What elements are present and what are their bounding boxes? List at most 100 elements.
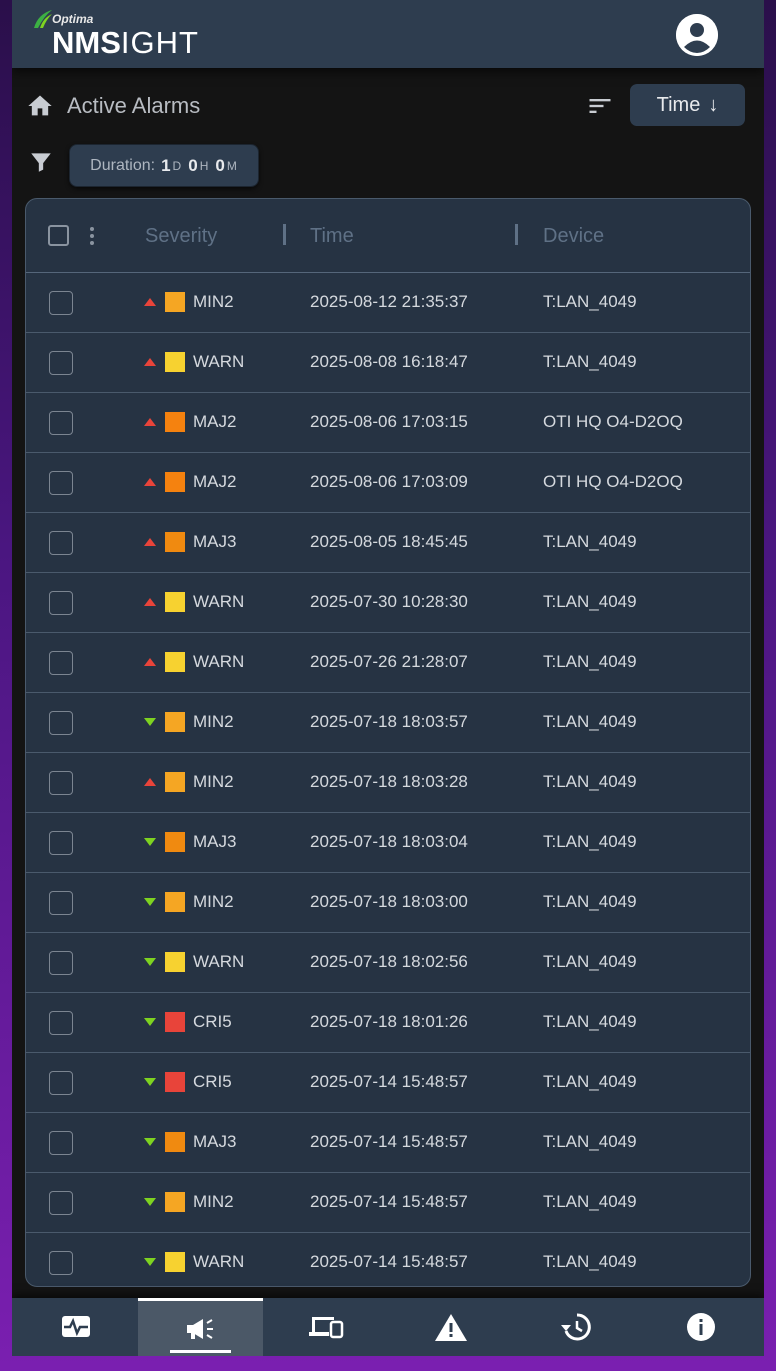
duration-label: Duration: — [90, 156, 156, 174]
row-checkbox[interactable] — [49, 1071, 73, 1095]
table-row[interactable]: MAJ3 2025-08-05 18:45:45 T:LAN_4049 — [26, 513, 750, 573]
column-resize-handle[interactable] — [515, 224, 518, 245]
column-header-device[interactable]: Device — [543, 225, 604, 248]
severity-color-swatch — [165, 352, 185, 372]
nmsight-logo[interactable]: Optima NMSIGHT — [32, 8, 202, 60]
duration-minutes: 0 — [215, 155, 225, 175]
devices-icon — [308, 1317, 343, 1339]
table-row[interactable]: MAJ2 2025-08-06 17:03:15 OTI HQ O4-D2OQ — [26, 393, 750, 453]
severity-label: MIN2 — [193, 712, 234, 731]
duration-days: 1 — [161, 155, 171, 175]
alarm-device: T:LAN_4049 — [543, 892, 637, 911]
sort-by-time-button[interactable]: Time ↓ — [630, 84, 745, 126]
table-row[interactable]: CRI5 2025-07-18 18:01:26 T:LAN_4049 — [26, 993, 750, 1053]
table-row[interactable]: WARN 2025-07-18 18:02:56 T:LAN_4049 — [26, 933, 750, 993]
severity-label: MAJ3 — [193, 532, 237, 551]
table-row[interactable]: MAJ2 2025-08-06 17:03:09 OTI HQ O4-D2OQ — [26, 453, 750, 513]
alarm-time: 2025-08-06 17:03:09 — [310, 472, 468, 491]
severity-label: MIN2 — [193, 772, 234, 791]
alarm-time: 2025-07-18 18:01:26 — [310, 1012, 468, 1031]
row-checkbox[interactable] — [49, 531, 73, 555]
trend-up-icon — [144, 418, 156, 426]
optima-leaf-icon — [34, 10, 52, 28]
row-checkbox[interactable] — [49, 291, 73, 315]
trend-down-icon — [144, 1078, 156, 1086]
row-checkbox[interactable] — [49, 1251, 73, 1275]
severity-label: WARN — [193, 1252, 245, 1271]
table-row[interactable]: MAJ3 2025-07-18 18:03:04 T:LAN_4049 — [26, 813, 750, 873]
alarm-time: 2025-07-14 15:48:57 — [310, 1072, 468, 1091]
duration-filter-chip[interactable]: Duration: 1D 0H 0M — [69, 144, 259, 187]
severity-label: WARN — [193, 352, 245, 371]
page-title: Active Alarms — [67, 93, 201, 118]
row-checkbox[interactable] — [49, 711, 73, 735]
severity-color-swatch — [165, 1132, 185, 1152]
alarm-time: 2025-07-30 10:28:30 — [310, 592, 468, 611]
alarm-time: 2025-08-08 16:18:47 — [310, 352, 468, 371]
select-all-checkbox[interactable] — [48, 225, 69, 246]
row-checkbox[interactable] — [49, 351, 73, 375]
table-row[interactable]: MAJ3 2025-07-14 15:48:57 T:LAN_4049 — [26, 1113, 750, 1173]
table-row[interactable]: WARN 2025-07-14 15:48:57 T:LAN_4049 — [26, 1233, 750, 1286]
nav-monitor[interactable] — [13, 1298, 138, 1356]
row-checkbox[interactable] — [49, 411, 73, 435]
warning-icon — [434, 1314, 467, 1341]
alarm-device: T:LAN_4049 — [543, 652, 637, 671]
alarm-device: T:LAN_4049 — [543, 1192, 637, 1211]
row-checkbox[interactable] — [49, 591, 73, 615]
severity-label: WARN — [193, 652, 245, 671]
nav-devices[interactable] — [263, 1298, 388, 1356]
row-checkbox[interactable] — [49, 951, 73, 975]
trend-down-icon — [144, 958, 156, 966]
monitor-pulse-icon — [61, 1316, 90, 1337]
column-resize-handle[interactable] — [283, 224, 286, 245]
table-row[interactable]: MIN2 2025-07-18 18:03:57 T:LAN_4049 — [26, 693, 750, 753]
nav-info[interactable] — [638, 1298, 763, 1356]
table-row[interactable]: MIN2 2025-07-18 18:03:00 T:LAN_4049 — [26, 873, 750, 933]
trend-up-icon — [144, 358, 156, 366]
row-checkbox[interactable] — [49, 471, 73, 495]
column-header-severity[interactable]: Severity — [145, 225, 217, 248]
row-checkbox[interactable] — [49, 771, 73, 795]
alarm-time: 2025-08-06 17:03:15 — [310, 412, 468, 431]
duration-hours-unit: H — [199, 158, 210, 173]
table-row[interactable]: MIN2 2025-07-18 18:03:28 T:LAN_4049 — [26, 753, 750, 813]
severity-color-swatch — [165, 412, 185, 432]
trend-down-icon — [144, 1258, 156, 1266]
account-avatar-button[interactable] — [676, 14, 718, 56]
filter-icon[interactable] — [28, 149, 54, 175]
nav-alarms[interactable] — [138, 1298, 263, 1356]
table-row[interactable]: WARN 2025-07-26 21:28:07 T:LAN_4049 — [26, 633, 750, 693]
table-row[interactable]: WARN 2025-07-30 10:28:30 T:LAN_4049 — [26, 573, 750, 633]
table-row[interactable]: MIN2 2025-07-14 15:48:57 T:LAN_4049 — [26, 1173, 750, 1233]
severity-label: CRI5 — [193, 1012, 232, 1031]
app-window: Optima NMSIGHT Active Alarms Time ↓ Dura… — [12, 0, 764, 1356]
duration-minutes-unit: M — [226, 158, 238, 173]
nav-history[interactable] — [513, 1298, 638, 1356]
row-checkbox[interactable] — [49, 1191, 73, 1215]
table-row[interactable]: WARN 2025-08-08 16:18:47 T:LAN_4049 — [26, 333, 750, 393]
trend-up-icon — [144, 298, 156, 306]
more-vert-icon[interactable] — [84, 226, 100, 246]
row-checkbox[interactable] — [49, 831, 73, 855]
severity-label: WARN — [193, 952, 245, 971]
column-header-time[interactable]: Time — [310, 225, 354, 248]
row-checkbox[interactable] — [49, 1131, 73, 1155]
table-row[interactable]: MIN2 2025-08-12 21:35:37 T:LAN_4049 — [26, 273, 750, 333]
severity-color-swatch — [165, 592, 185, 612]
severity-color-swatch — [165, 832, 185, 852]
row-checkbox[interactable] — [49, 891, 73, 915]
alarm-device: T:LAN_4049 — [543, 352, 637, 371]
alarm-time: 2025-07-18 18:03:04 — [310, 832, 468, 851]
row-checkbox[interactable] — [49, 1011, 73, 1035]
row-checkbox[interactable] — [49, 651, 73, 675]
sort-button-label: Time — [656, 93, 701, 116]
logo-bold-text: NMS — [52, 25, 121, 60]
table-row[interactable]: CRI5 2025-07-14 15:48:57 T:LAN_4049 — [26, 1053, 750, 1113]
alarm-device: OTI HQ O4-D2OQ — [543, 472, 683, 491]
nav-warnings[interactable] — [388, 1298, 513, 1356]
trend-up-icon — [144, 598, 156, 606]
severity-color-swatch — [165, 1252, 185, 1272]
sort-icon[interactable] — [586, 92, 614, 120]
home-icon[interactable] — [26, 92, 54, 120]
